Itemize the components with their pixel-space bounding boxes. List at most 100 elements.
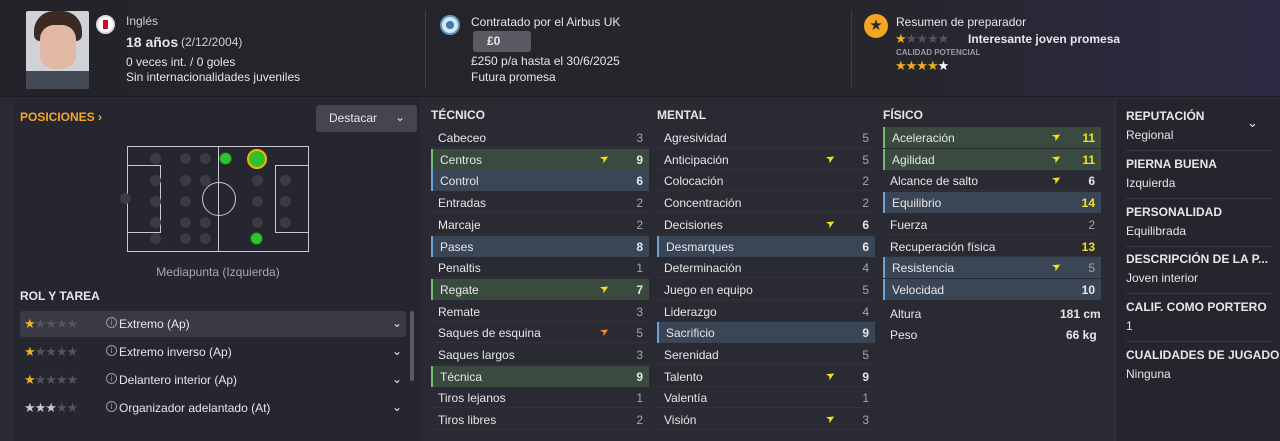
attribute-row[interactable]: Cabeceo 3 [431, 127, 649, 148]
divider [1126, 150, 1271, 151]
coach-report-title[interactable]: Resumen de preparador [896, 15, 1026, 29]
info-icon[interactable]: i [106, 401, 117, 412]
attribute-row[interactable]: Concentración 2 [657, 192, 875, 214]
attribute-row[interactable]: Serenidad 5 [657, 344, 875, 365]
attribute-row[interactable]: Equilibrio 14 [883, 192, 1101, 214]
club-badge-icon[interactable] [440, 15, 460, 35]
england-flag-icon[interactable] [96, 15, 115, 34]
attribute-value: 2 [862, 174, 869, 189]
attribute-value: 9 [636, 152, 643, 167]
attribute-value: 9 [636, 369, 643, 384]
attribute-value: 13 [1081, 239, 1095, 254]
attribute-row[interactable]: Remate 3 [431, 301, 649, 322]
chevron-down-icon[interactable]: ⌄ [392, 372, 402, 386]
attribute-row[interactable]: Aceleración ➤ 11 [883, 127, 1101, 148]
role-label: Extremo (Ap) [119, 317, 190, 331]
attribute-row[interactable]: Agilidad ➤ 11 [883, 148, 1101, 170]
nationality: Inglés [126, 14, 159, 28]
attribute-name: Penaltis [438, 261, 481, 276]
attribute-value: 3 [862, 413, 869, 428]
secondary-position-dot[interactable] [250, 232, 263, 245]
attribute-row[interactable]: Determinación 4 [657, 257, 875, 279]
attribute-row[interactable]: Colocación 2 [657, 170, 875, 192]
attribute-row[interactable]: Saques de esquina ➤ 5 [431, 322, 649, 344]
attribute-name: Técnica [440, 369, 483, 384]
info-label: PERSONALIDAD [1126, 204, 1223, 219]
attribute-name: Regate [440, 282, 479, 297]
attribute-name: Tiros libres [438, 413, 497, 428]
attribute-row[interactable]: Marcaje 2 [431, 214, 649, 235]
attribute-row[interactable]: Desmarques 6 [657, 235, 875, 257]
attribute-value: 2 [636, 196, 643, 211]
attribute-row[interactable]: Técnica 9 [431, 365, 649, 387]
attribute-value: 5 [862, 348, 869, 362]
role-row[interactable]: ★★★★★ i Delantero interior (Ap) ⌄ [20, 367, 406, 393]
attribute-value: 1 [636, 391, 643, 406]
attribute-row[interactable]: Recuperación física 13 [883, 236, 1101, 257]
attribute-row[interactable]: Tiros libres 2 [431, 409, 649, 431]
chevron-down-icon[interactable]: ⌄ [392, 344, 402, 358]
attribute-name: Equilibrio [892, 196, 942, 211]
attribute-value: 3 [636, 348, 643, 362]
attribute-name: Colocación [664, 174, 724, 189]
chevron-down-icon[interactable]: ⌄ [1247, 115, 1258, 131]
trend-arrow-icon: ➤ [1049, 259, 1064, 275]
attribute-row[interactable]: Penaltis 1 [431, 257, 649, 279]
attribute-row[interactable]: Anticipación ➤ 5 [657, 149, 875, 170]
attribute-row[interactable]: Agresividad 5 [657, 127, 875, 148]
attribute-name: Recuperación física [890, 239, 996, 254]
transfer-value-text: £0 [487, 34, 501, 48]
roles-scrollbar[interactable] [410, 311, 414, 381]
attribute-row[interactable]: Tiros lejanos 1 [431, 387, 649, 409]
attribute-row[interactable]: Valentía 1 [657, 387, 875, 409]
attribute-row[interactable]: Liderazgo 4 [657, 301, 875, 322]
technical-title: TÉCNICO [431, 108, 485, 122]
info-icon[interactable]: i [106, 317, 117, 328]
main-position-dot[interactable] [247, 149, 267, 169]
attribute-value: 11 [1082, 152, 1095, 167]
attribute-row[interactable]: Visión ➤ 3 [657, 409, 875, 431]
attribute-row[interactable]: Sacrificio 9 [657, 322, 875, 344]
attribute-row[interactable]: Alcance de salto ➤ 6 [883, 170, 1101, 192]
attribute-value: 2 [636, 413, 643, 428]
transfer-value[interactable]: £0 [473, 31, 531, 52]
role-row[interactable]: ★★★★★ i Extremo (Ap) ⌄ [20, 311, 406, 337]
attribute-row[interactable]: Centros ➤ 9 [431, 148, 649, 170]
attribute-value: 5 [862, 131, 869, 145]
player-photo[interactable] [26, 11, 89, 89]
role-row[interactable]: ★★★★★ i Organizador adelantado (At) ⌄ [20, 395, 406, 421]
info-label: CUALIDADES DE JUGADO [1126, 348, 1280, 362]
attribute-value: 5 [862, 282, 869, 297]
attribute-name: Talento [664, 369, 703, 384]
attribute-name: Entradas [438, 196, 487, 211]
attribute-row[interactable]: Entradas 2 [431, 192, 649, 214]
attribute-row[interactable]: Pases 8 [431, 235, 649, 257]
attribute-row[interactable]: Talento ➤ 9 [657, 366, 875, 387]
chevron-down-icon[interactable]: ⌄ [392, 400, 402, 414]
attribute-value: 9 [862, 326, 869, 341]
info-icon[interactable]: i [106, 345, 117, 356]
attribute-row[interactable]: Decisiones ➤ 6 [657, 214, 875, 235]
attribute-row[interactable]: Regate ➤ 7 [431, 278, 649, 300]
secondary-position-dot[interactable] [219, 152, 232, 165]
positions-link[interactable]: Posiciones › [20, 110, 102, 124]
attribute-value: 2 [636, 217, 643, 232]
attribute-row[interactable]: Saques largos 3 [431, 344, 649, 365]
contract-status[interactable]: Contratado por el Airbus UK [471, 15, 620, 29]
info-value: Izquierda [1126, 175, 1176, 190]
attribute-name: Remate [438, 304, 481, 319]
attribute-row[interactable]: Juego en equipo 5 [657, 279, 875, 300]
attribute-row[interactable]: Control 6 [431, 170, 649, 192]
attribute-value: 6 [862, 217, 869, 232]
attribute-row[interactable]: Velocidad 10 [883, 278, 1101, 300]
trend-arrow-icon: ➤ [823, 368, 838, 384]
role-row[interactable]: ★★★★★ i Extremo inverso (Ap) ⌄ [20, 339, 406, 365]
attribute-value: 14 [1081, 196, 1095, 211]
chevron-down-icon[interactable]: ⌄ [392, 316, 402, 330]
highlight-dropdown[interactable]: Destacar ⌄ [316, 105, 417, 132]
attribute-value: 5 [1088, 261, 1095, 276]
attribute-row[interactable]: Fuerza 2 [883, 214, 1101, 235]
attribute-row[interactable]: Resistencia ➤ 5 [883, 257, 1101, 279]
attribute-value: 2 [862, 196, 869, 211]
info-icon[interactable]: i [106, 373, 117, 384]
